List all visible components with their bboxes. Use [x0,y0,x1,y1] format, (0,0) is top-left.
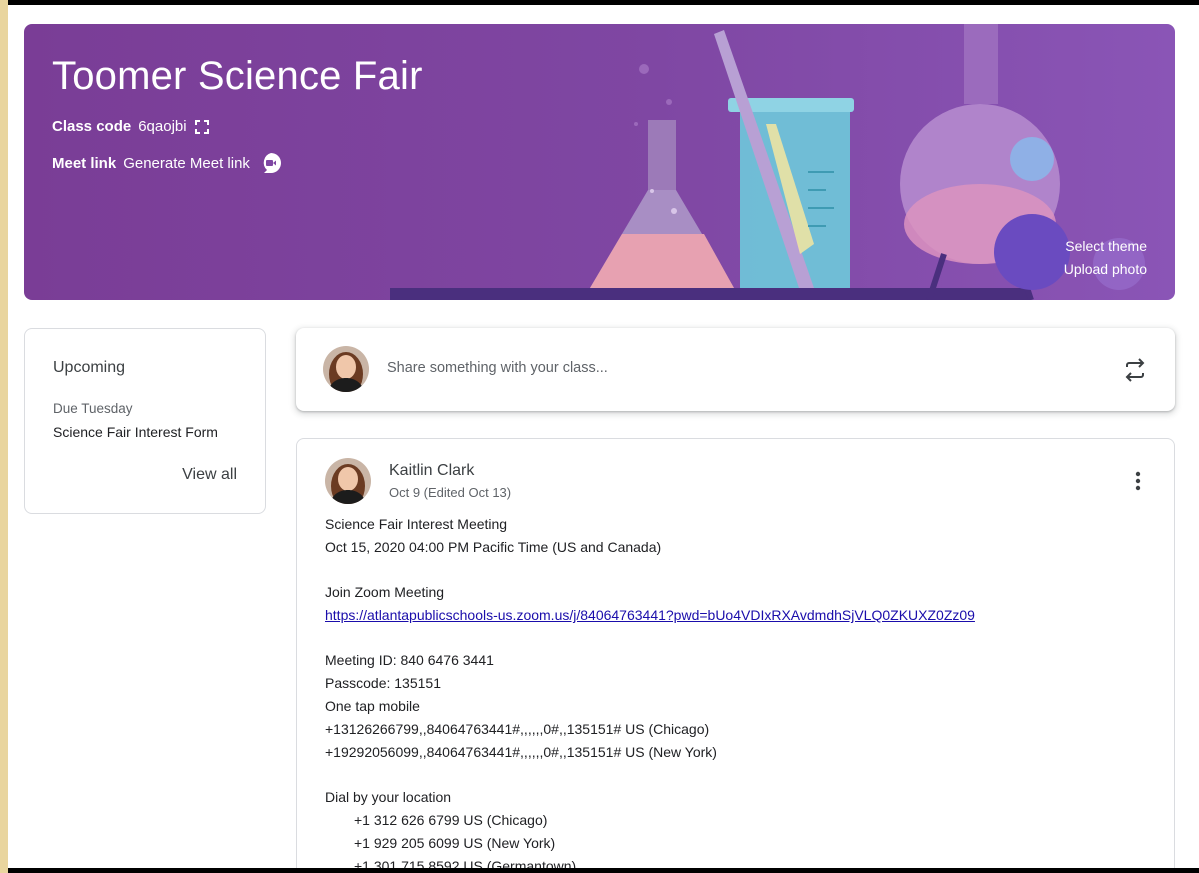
upcoming-item[interactable]: Science Fair Interest Form [53,424,218,440]
post-line: Join Zoom Meeting [325,584,445,600]
generate-meet-link[interactable]: Generate Meet link [123,155,250,172]
announcement-post: Kaitlin Clark Oct 9 (Edited Oct 13) Scie… [296,438,1175,868]
expand-icon[interactable] [194,119,210,135]
upload-photo-link[interactable]: Upload photo [1064,261,1147,277]
avatar [325,458,371,504]
post-line: One tap mobile [325,698,420,714]
upcoming-title: Upcoming [53,359,126,376]
classroom-stream-page: Toomer Science Fair Class code 6qaojbi M… [8,5,1199,868]
post-line: +1 301 715 8592 US (Germantown) [354,858,577,868]
post-line: +19292056099,,84064763441#,,,,,,0#,,1351… [325,744,717,760]
meet-video-icon[interactable] [260,152,282,174]
meet-link-row: Meet link Generate Meet link [52,152,282,174]
zoom-link[interactable]: https://atlantapublicschools-us.zoom.us/… [325,607,975,623]
frame-border [0,0,8,873]
post-line: +1 312 626 6799 US (Chicago) [354,812,548,828]
post-line: +13126266799,,84064763441#,,,,,,0#,,1351… [325,721,710,737]
class-code-row: Class code 6qaojbi [52,118,210,135]
share-input[interactable]: Share something with your class... [387,360,608,376]
meet-link-label: Meet link [52,154,117,172]
post-line: Oct 15, 2020 04:00 PM Pacific Time (US a… [325,539,662,555]
view-all-button[interactable]: View all [182,466,237,484]
post-line: Meeting ID: 840 6476 3441 [325,652,494,668]
class-code-label: Class code [52,118,132,135]
class-title: Toomer Science Fair [52,54,423,98]
select-theme-link[interactable]: Select theme [1065,238,1147,254]
post-line: Science Fair Interest Meeting [325,516,508,532]
repost-icon[interactable] [1122,357,1148,383]
share-box[interactable]: Share something with your class... [296,328,1175,411]
class-banner: Toomer Science Fair Class code 6qaojbi M… [24,24,1175,300]
post-line: +1 929 205 6099 US (New York) [354,835,556,851]
class-code-value: 6qaojbi [138,118,187,135]
post-date: Oct 9 (Edited Oct 13) [389,485,512,500]
more-vert-icon[interactable] [1130,469,1146,493]
upcoming-due-label: Due Tuesday [53,401,133,416]
upcoming-card: Upcoming Due Tuesday Science Fair Intere… [24,328,266,514]
avatar [323,346,369,392]
post-author: Kaitlin Clark [389,462,475,479]
post-line: Passcode: 135151 [325,675,441,691]
post-body: Science Fair Interest Meeting Oct 15, 20… [325,513,1145,868]
post-line: Dial by your location [325,789,452,805]
